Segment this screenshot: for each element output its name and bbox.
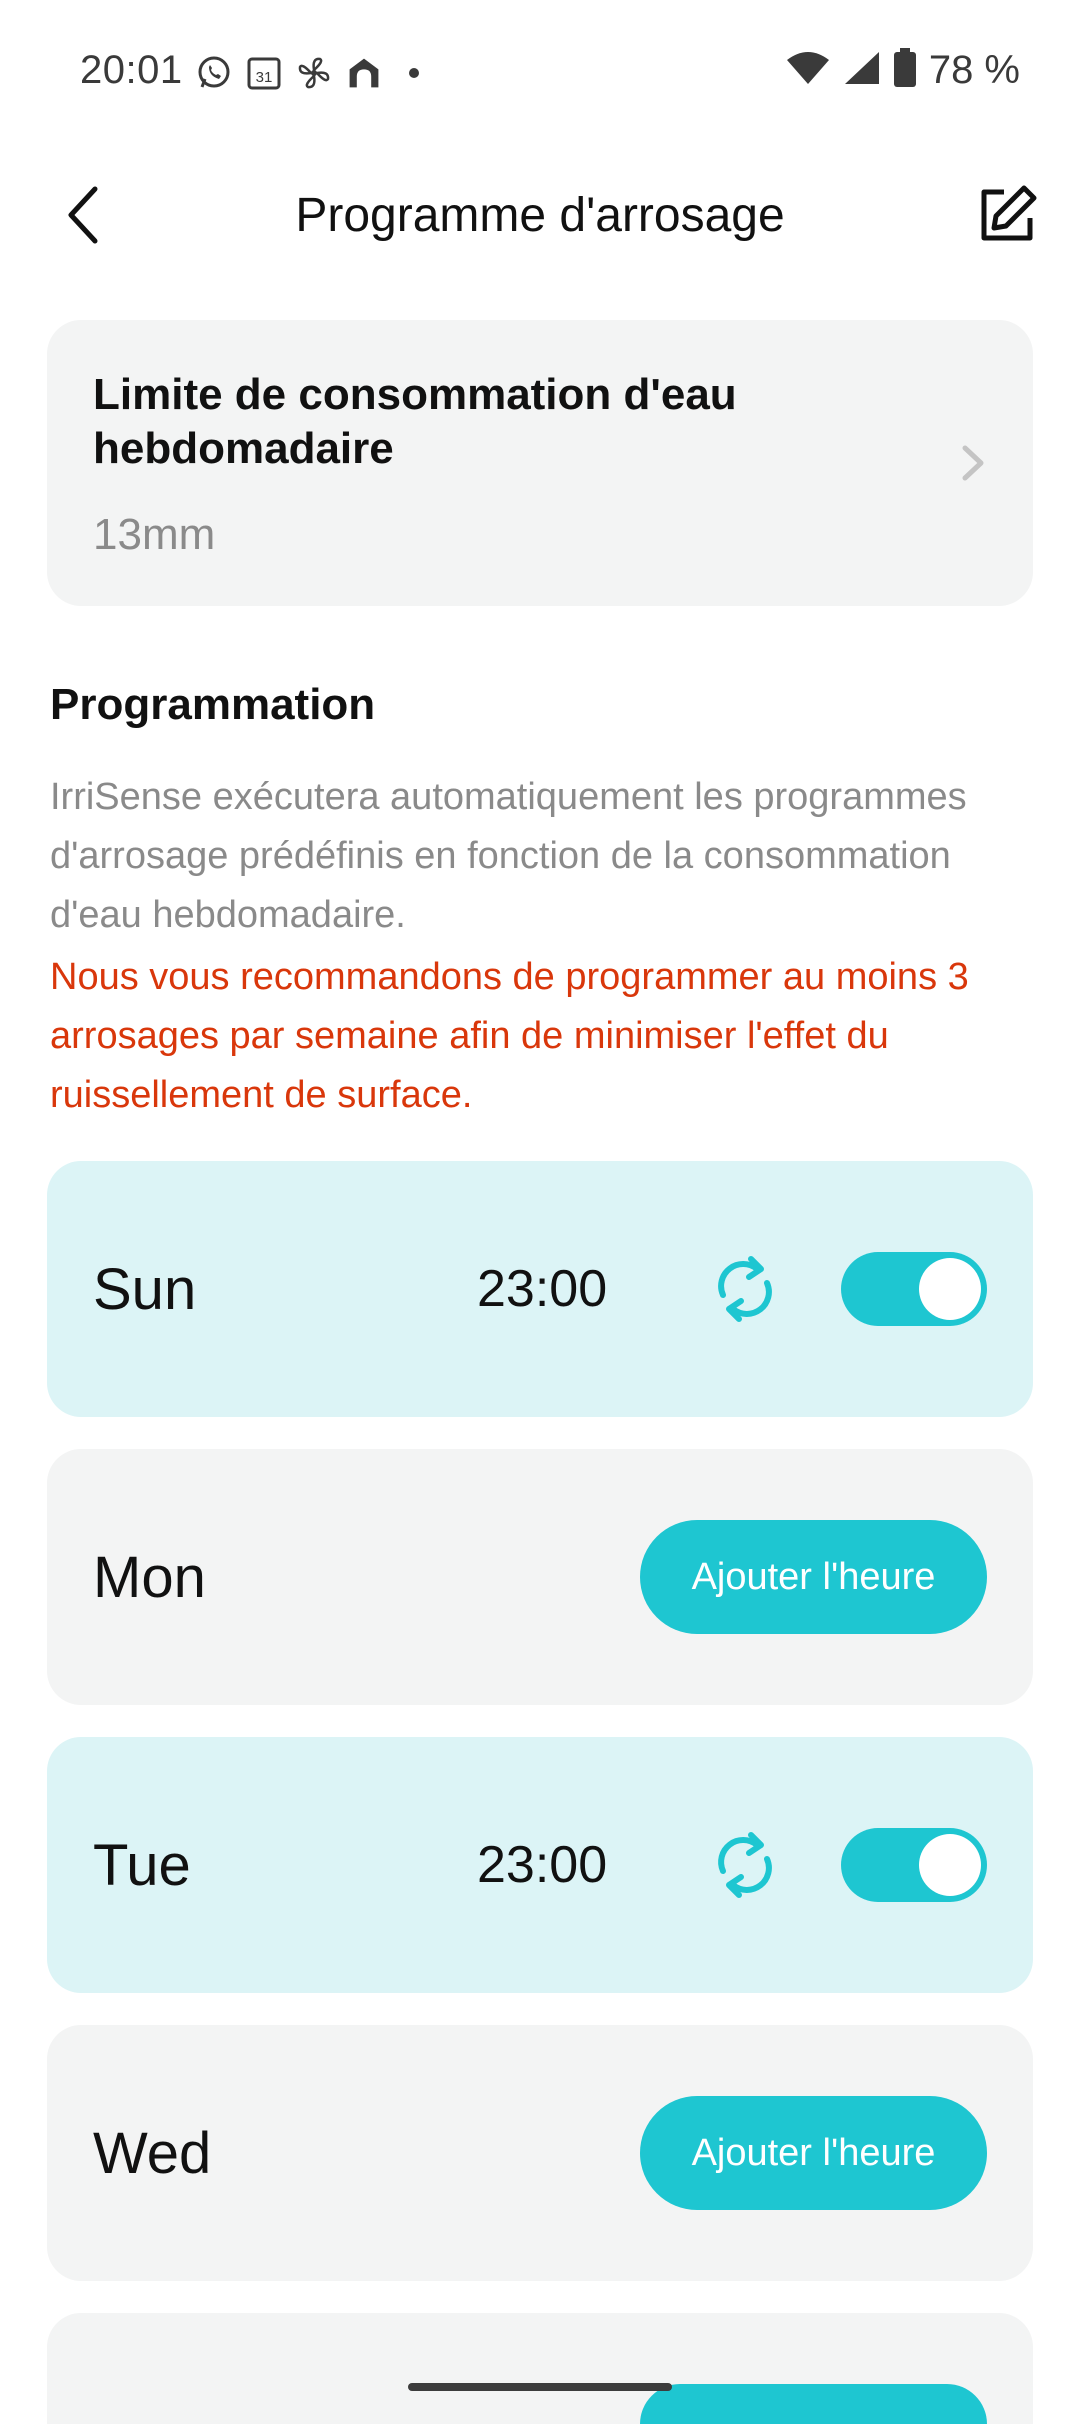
day-time[interactable]: 23:00 [477,1161,607,1417]
day-card-next-partial [47,2313,1033,2424]
add-time-button-wed[interactable]: Ajouter l'heure [640,2096,987,2210]
toggle-knob [919,1258,981,1320]
whatsapp-icon [196,55,232,91]
dot-icon [396,55,432,91]
day-card-tue[interactable]: Tue 23:00 [47,1737,1033,1993]
day-card-mon: Mon Ajouter l'heure [47,1449,1033,1705]
add-time-button-mon[interactable]: Ajouter l'heure [640,1520,987,1634]
day-label: Tue [93,1832,191,1898]
status-time: 20:01 [80,48,183,92]
day-time[interactable]: 23:00 [477,1737,607,1993]
weekly-limit-title: Limite de consommation d'eau hebdomadair… [93,370,737,473]
page-title: Programme d'arrosage [295,189,785,242]
section-title: Programmation [50,680,376,729]
day-card-sun[interactable]: Sun 23:00 [47,1161,1033,1417]
battery-percentage: 78 % [928,48,1020,92]
repeat-icon[interactable] [707,1251,783,1327]
notification-icons: 31 [196,55,432,91]
day-card-wed: Wed Ajouter l'heure [47,2025,1033,2281]
battery-icon [893,48,917,93]
day-label: Mon [93,1544,206,1610]
weekly-limit-card[interactable]: Limite de consommation d'eau hebdomadair… [47,320,1033,606]
calendar-day: 31 [256,69,273,86]
app-bar: Programme d'arrosage [0,160,1080,270]
weekly-limit-value: 13mm [93,510,216,559]
edit-icon [981,185,1037,241]
calendar-icon: 31 [246,55,282,91]
status-bar: 20:01 31 78 % [0,0,1080,150]
home-icon [346,55,382,91]
wifi-icon [785,50,831,91]
day-toggle-sun[interactable] [841,1252,987,1326]
edit-button[interactable] [974,182,1040,248]
fan-icon [296,55,332,91]
home-indicator[interactable] [408,2383,672,2391]
system-icons: 78 % [785,48,1020,93]
day-label: Sun [93,1256,197,1322]
day-toggle-tue[interactable] [841,1828,987,1902]
section-warning: Nous vous recommandons de programmer au … [50,956,969,1116]
toggle-knob [919,1834,981,1896]
chevron-right-icon [962,445,984,481]
signal-icon [843,50,881,91]
section-description: IrriSense exécutera automatiquement les … [50,776,967,936]
repeat-icon[interactable] [707,1827,783,1903]
add-time-button-partial[interactable] [640,2384,987,2424]
day-label: Wed [93,2120,212,2186]
